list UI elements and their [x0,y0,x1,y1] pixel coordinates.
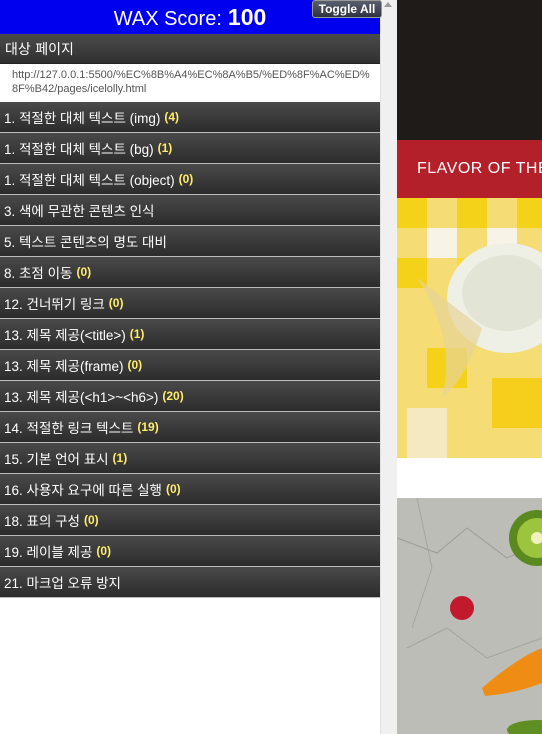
item-label: 15. 기본 언어 표시 [4,452,109,467]
item-label: 21. 마크업 오류 방지 [4,576,121,591]
site-photo-fruits [397,498,542,734]
scroll-up-arrow-icon[interactable] [384,2,392,7]
item-label: 13. 제목 제공(<h1>~<h6>) [4,390,159,405]
check-item-language[interactable]: 15. 기본 언어 표시 (1) [0,443,380,474]
item-count: (1) [157,141,173,155]
check-item-object-alt[interactable]: 1. 적절한 대체 텍스트 (object) (0) [0,164,380,195]
item-count: (4) [164,110,180,124]
check-item-headings[interactable]: 13. 제목 제공(<h1>~<h6>) (20) [0,381,380,412]
target-page-header[interactable]: 대상 페이지 [0,34,380,64]
item-label: 13. 제목 제공(<title>) [4,328,126,343]
check-item-bg-alt[interactable]: 1. 적절한 대체 텍스트 (bg) (1) [0,133,380,164]
item-label: 1. 적절한 대체 텍스트 (object) [4,173,175,188]
check-item-skip-link[interactable]: 12. 건너뛰기 링크 (0) [0,288,380,319]
item-count: (0) [96,544,112,558]
wax-score-label: WAX Score: [113,7,222,30]
target-page-url: http://127.0.0.1:5500/%EC%8B%A4%EC%8A%B5… [0,64,380,102]
item-count: (19) [137,420,159,434]
item-label: 1. 적절한 대체 텍스트 (img) [4,111,161,126]
check-item-img-alt[interactable]: 1. 적절한 대체 텍스트 (img) (4) [0,102,380,133]
wax-panel: WAX Score: 100 대상 페이지 http://127.0.0.1:55… [0,0,380,734]
item-label: 19. 레이블 제공 [4,545,93,560]
background-website: FLAVOR OF THE [397,0,542,734]
site-banner-text: FLAVOR OF THE [417,160,542,177]
item-count: (1) [129,327,145,341]
item-label: 18. 표의 구성 [4,514,80,529]
item-count: (0) [178,172,194,186]
site-gap [397,458,542,498]
item-label: 16. 사용자 요구에 따른 실행 [4,483,162,498]
site-hero-dark [397,0,542,140]
item-label: 1. 적절한 대체 텍스트 (bg) [4,142,154,157]
check-item-user-request[interactable]: 16. 사용자 요구에 따른 실행 (0) [0,474,380,505]
item-count: (1) [112,451,128,465]
wax-score-title: WAX Score: 100 [114,4,267,31]
check-item-title[interactable]: 13. 제목 제공(<title>) (1) [0,319,380,350]
item-label: 13. 제목 제공(frame) [4,359,124,374]
item-count: (0) [108,296,124,310]
item-label: 3. 색에 무관한 콘텐츠 인식 [4,204,155,219]
item-count: (0) [83,513,99,527]
item-count: (0) [165,482,181,496]
check-list: 1. 적절한 대체 텍스트 (img) (4) 1. 적절한 대체 텍스트 (bg… [0,102,380,598]
check-item-contrast[interactable]: 5. 텍스트 콘텐츠의 명도 대비 [0,226,380,257]
check-item-table[interactable]: 18. 표의 구성 (0) [0,505,380,536]
item-label: 5. 텍스트 콘텐츠의 명도 대비 [4,235,167,250]
site-banner: FLAVOR OF THE [397,140,542,198]
item-count: (0) [127,358,143,372]
wax-score-value: 100 [227,3,267,30]
check-item-label[interactable]: 19. 레이블 제공 (0) [0,536,380,567]
item-label: 12. 건너뛰기 링크 [4,297,105,312]
item-label: 8. 초점 이동 [4,266,73,281]
item-count: (0) [76,265,92,279]
check-item-markup[interactable]: 21. 마크업 오류 방지 [0,567,380,598]
site-photo-lemon-cloth [397,198,542,458]
toggle-all-button[interactable]: Toggle All [312,0,382,18]
check-item-link-text[interactable]: 14. 적절한 링크 텍스트 (19) [0,412,380,443]
check-item-focus[interactable]: 8. 초점 이동 (0) [0,257,380,288]
check-item-frame[interactable]: 13. 제목 제공(frame) (0) [0,350,380,381]
check-item-color[interactable]: 3. 색에 무관한 콘텐츠 인식 [0,195,380,226]
panel-scrollbar[interactable] [380,0,397,734]
item-count: (20) [162,389,184,403]
item-label: 14. 적절한 링크 텍스트 [4,421,134,436]
